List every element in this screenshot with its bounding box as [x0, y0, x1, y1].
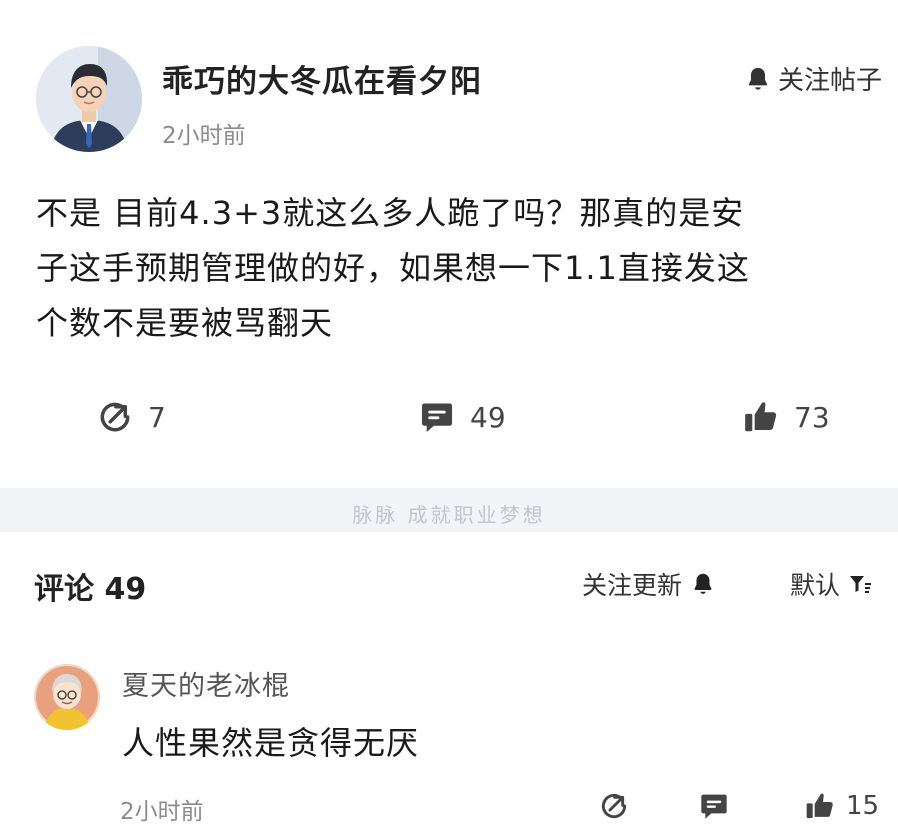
like-button[interactable]: 73 — [742, 396, 830, 438]
comment-icon — [701, 794, 727, 819]
like-count: 73 — [794, 400, 830, 434]
post-body-line: 子这手预期管理做的好，如果想一下1.1直接发这 — [36, 249, 750, 287]
commenter-name[interactable]: 夏天的老冰棍 — [122, 664, 290, 703]
share-icon — [601, 793, 627, 819]
comment-icon — [421, 403, 453, 433]
comment-like-count: 15 — [846, 791, 880, 821]
sort-label: 默认 — [790, 571, 841, 600]
comment-share-button[interactable] — [598, 788, 630, 824]
post-body-line: 不是 目前4.3+3就这么多人跪了吗？那真的是安 — [36, 194, 745, 232]
filter-sort-icon — [850, 576, 872, 593]
bell-icon — [694, 573, 712, 594]
watermark-text: 脉脉 成就职业梦想 — [352, 503, 546, 527]
comment-time: 2小时前 — [120, 799, 204, 825]
avatar-grandpa-icon — [34, 664, 100, 730]
share-icon — [100, 402, 130, 432]
post-detail-page: 乖巧的大冬瓜在看夕阳 2小时前 关注帖子 不是 目前4.3+3就这么多人跪了吗？… — [0, 0, 898, 836]
share-button[interactable]: 7 — [96, 396, 166, 438]
author-avatar[interactable] — [36, 46, 142, 152]
comment-count: 49 — [470, 400, 506, 434]
thumb-up-icon — [806, 793, 833, 818]
share-count: 7 — [148, 400, 166, 434]
follow-updates-label: 关注更新 — [582, 571, 683, 600]
sort-button[interactable]: 默认 — [790, 566, 872, 602]
follow-updates-button[interactable]: 关注更新 — [582, 566, 716, 602]
follow-post-button[interactable]: 关注帖子 — [744, 60, 882, 97]
follow-post-label: 关注帖子 — [777, 66, 882, 96]
comment-button[interactable]: 49 — [418, 396, 506, 438]
comments-title: 评论 49 — [34, 572, 147, 607]
post-time: 2小时前 — [162, 123, 246, 149]
comment-reply-button[interactable] — [698, 788, 730, 824]
thumb-up-icon — [745, 402, 777, 432]
post-content: 不是 目前4.3+3就这么多人跪了吗？那真的是安 子这手预期管理做的好，如果想一… — [36, 186, 886, 351]
comment-text: 人性果然是贪得无厌 — [122, 724, 420, 762]
bell-icon — [748, 67, 768, 90]
author-name[interactable]: 乖巧的大冬瓜在看夕阳 — [162, 56, 482, 101]
avatar-man-suit-icon — [36, 46, 142, 152]
comment-like-button[interactable]: 15 — [804, 788, 879, 824]
post-body-line: 个数不是要被骂翻天 — [36, 304, 334, 342]
commenter-avatar[interactable] — [34, 664, 100, 730]
